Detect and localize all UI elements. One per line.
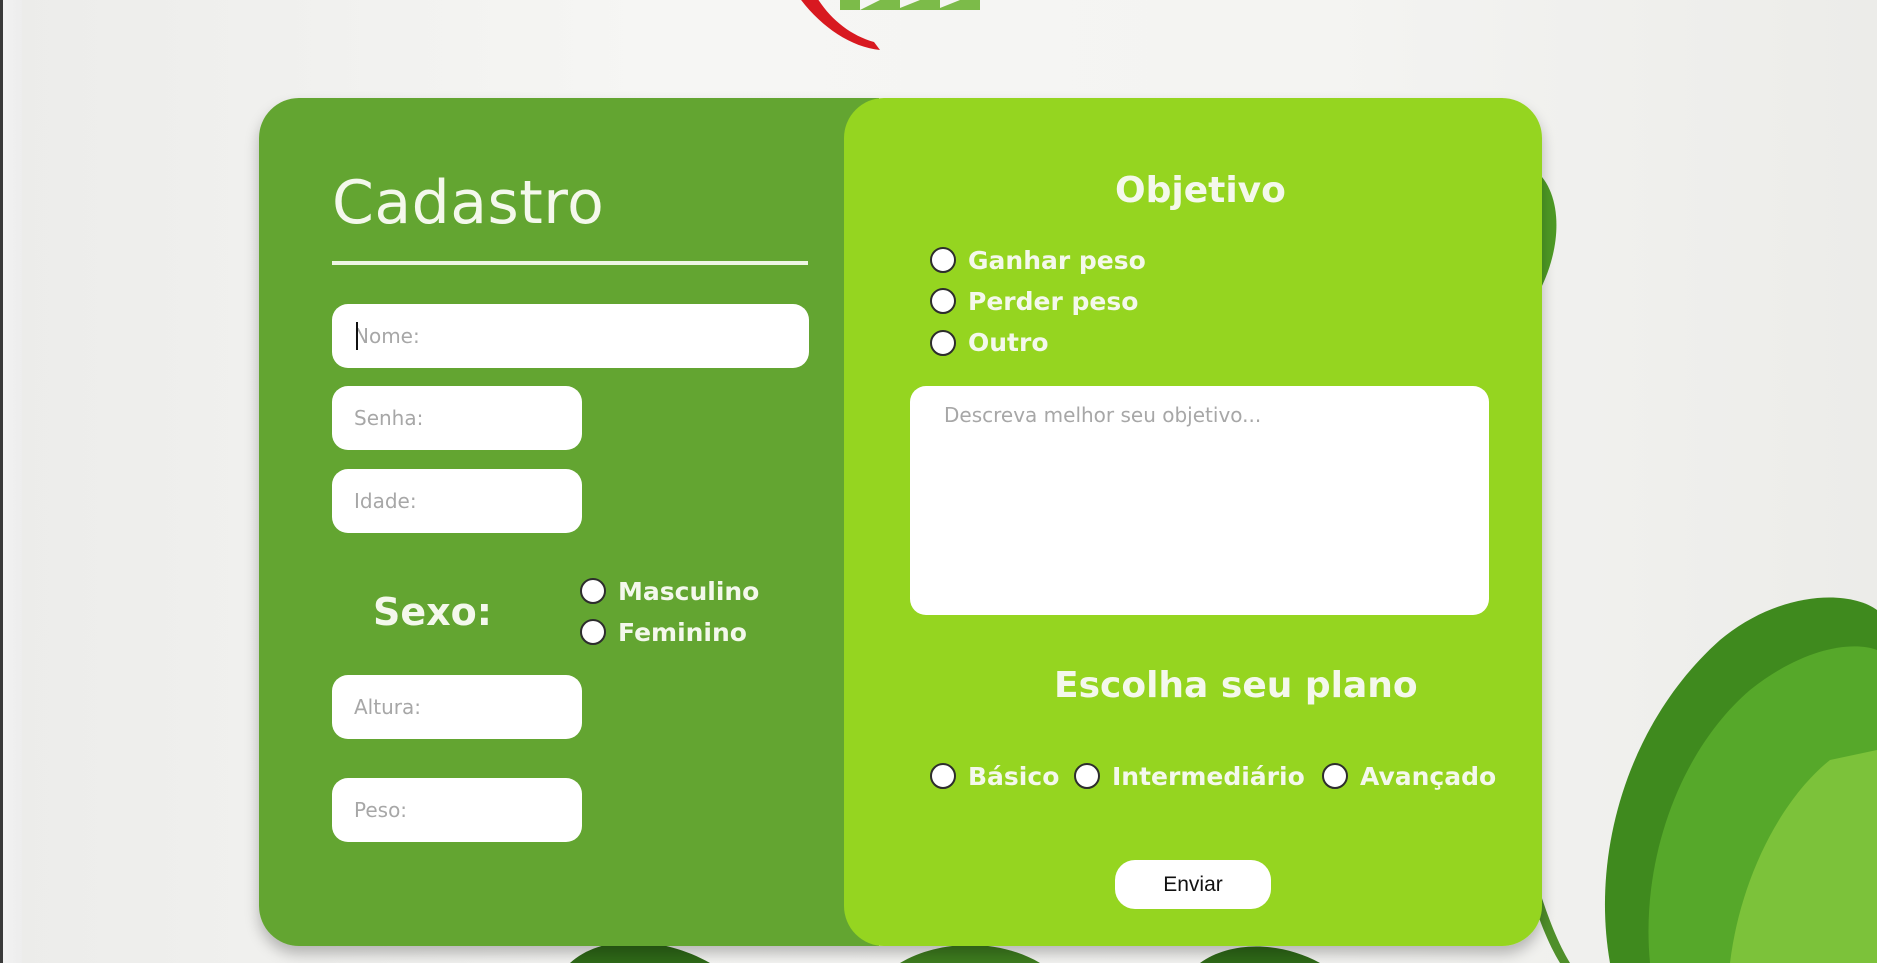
radio-basico[interactable] [930, 763, 956, 789]
radio-feminino[interactable] [580, 619, 606, 645]
radio-intermediario-label[interactable]: Intermediário [1112, 762, 1305, 791]
name-input[interactable] [332, 304, 809, 368]
brand-logo [801, 0, 980, 50]
radio-intermediario[interactable] [1074, 763, 1100, 789]
radio-avancado[interactable] [1322, 763, 1348, 789]
age-input[interactable] [332, 469, 582, 533]
objective-description-textarea[interactable] [910, 386, 1489, 615]
sex-label: Sexo: [373, 590, 492, 634]
radio-avancado-label[interactable]: Avançado [1360, 762, 1496, 791]
radio-outro[interactable] [930, 330, 956, 356]
height-input[interactable] [332, 675, 582, 739]
radio-ganhar-peso[interactable] [930, 247, 956, 273]
objective-title: Objetivo [1115, 170, 1286, 211]
text-caret [356, 322, 358, 350]
radio-ganhar-peso-label[interactable]: Ganhar peso [968, 246, 1146, 275]
radio-feminino-label[interactable]: Feminino [618, 618, 747, 647]
radio-outro-label[interactable]: Outro [968, 328, 1049, 357]
radio-perder-peso-label[interactable]: Perder peso [968, 287, 1138, 316]
title-divider [332, 261, 808, 265]
radio-masculino[interactable] [580, 578, 606, 604]
password-input[interactable] [332, 386, 582, 450]
plan-title: Escolha seu plano [1054, 665, 1418, 706]
page-title: Cadastro [332, 168, 605, 238]
submit-button[interactable]: Enviar [1115, 860, 1271, 909]
window-edge [0, 0, 22, 963]
radio-perder-peso[interactable] [930, 288, 956, 314]
weight-input[interactable] [332, 778, 582, 842]
radio-masculino-label[interactable]: Masculino [618, 577, 759, 606]
radio-basico-label[interactable]: Básico [968, 762, 1059, 791]
